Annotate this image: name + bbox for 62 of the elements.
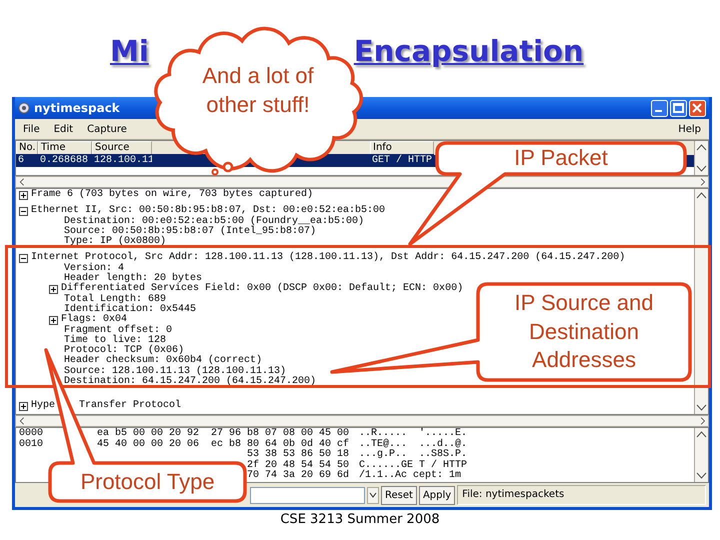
scrollbar[interactable]: [694, 428, 708, 482]
menu-item[interactable]: Capture: [85, 122, 129, 136]
expand-icon[interactable]: [49, 316, 58, 325]
menu-item[interactable]: Edit: [52, 122, 76, 136]
scrollbar[interactable]: [15, 176, 709, 188]
callout-text: IP Source and Destination Addresses: [513, 289, 655, 374]
tree-item[interactable]: Ethernet II, Src: 00:50:8b:95:b8:07, Dst: 00:e0:52:ea:b5:00: [31, 206, 386, 217]
tree-item[interactable]: Header checksum: 0x60b4 (correct): [64, 356, 262, 367]
menu-item[interactable]: File: [21, 122, 42, 136]
filter-field[interactable]: [250, 486, 365, 504]
expand-icon[interactable]: [19, 190, 28, 200]
tree-item[interactable]: Transfer Protocol: [79, 401, 182, 412]
tree-item[interactable]: Type: IP (0x0800): [64, 237, 166, 248]
hex-bytes: 70 74 3a 20 69 6d: [246, 471, 349, 482]
scrollbar[interactable]: [694, 189, 708, 414]
status-bar: File: nytimespackets: [457, 485, 706, 505]
cloud-text: And a lot of other stuff!: [201, 62, 315, 119]
slide-title: Mi: [110, 34, 149, 68]
tree-item[interactable]: Fragment offset: 0: [64, 326, 172, 336]
tree-item[interactable]: Frame 6 (703 bytes on wire, 703 bytes captured): [31, 190, 314, 200]
ascii-text: ...g.P.. ..S8S.P.: [359, 450, 468, 460]
scrollbar[interactable]: [694, 141, 708, 175]
ascii-text: C......GE T / HTTP: [359, 460, 468, 470]
menu-item[interactable]: Help: [676, 122, 703, 136]
dropdown-button[interactable]: [367, 486, 379, 504]
close-button[interactable]: [689, 100, 706, 116]
tree-item[interactable]: Internet Protocol, Src Addr: 128.100.11.13 (128.100.11.13), Dst Addr: 64.15.247.200 (64.15.247.200): [31, 253, 626, 264]
ascii-text: /1.1..Ac cept: 1m: [359, 471, 462, 482]
hex-offset: 0000: [19, 429, 44, 439]
scrollbar[interactable]: [15, 415, 709, 427]
hex-bytes: ea b5 00 00 20 92 27 96 b8 07 08 00 45 00: [96, 429, 349, 439]
column-header[interactable]: Info: [370, 141, 434, 155]
expand-icon[interactable]: [49, 285, 58, 294]
tree-item[interactable]: Differentiated Services Field: 0x00 (DSCP 0x00: Default; ECN: 0x00): [61, 284, 464, 295]
ascii-text: ..TE@... ...d..@.: [359, 440, 468, 450]
tree-item[interactable]: Destination: 00:e0:52:ea:b5:00 (Foundry__ea:b5:00): [64, 216, 364, 227]
hex-offset: 0010: [19, 440, 44, 450]
collapse-icon[interactable]: [19, 206, 28, 216]
tree-item[interactable]: Flags: 0x04: [61, 315, 128, 326]
tree-item[interactable]: Hype: [31, 401, 56, 412]
hex-bytes: 45 40 00 00 20 06 ec b8 80 64 0b 0d 40 cf: [96, 440, 349, 450]
reset-button[interactable]: Apply: [418, 486, 456, 504]
column-header[interactable]: Source: [92, 141, 152, 155]
tree-item[interactable]: Destination: 64.15.247.200 (64.15.247.200): [64, 377, 316, 388]
callout-text: Protocol Type: [79, 468, 216, 496]
slide-title: Encapsulation: [354, 34, 584, 68]
maximize-button[interactable]: [670, 100, 687, 116]
column-header[interactable]: Time: [38, 141, 92, 155]
collapse-icon[interactable]: [19, 254, 28, 264]
window-title: nytimespack: [34, 101, 120, 115]
tree-item[interactable]: Total Length: 689: [64, 294, 166, 305]
app-icon: [18, 102, 30, 114]
caret-icon: [369, 491, 377, 499]
expand-icon[interactable]: [19, 402, 28, 411]
hex-bytes: 2f 20 48 54 54 50: [246, 460, 349, 470]
ascii-text: ..R..... '.....E.: [359, 429, 468, 439]
column-header[interactable]: No.: [16, 141, 38, 155]
reset-button[interactable]: Reset: [381, 486, 417, 504]
minimize-button[interactable]: [651, 100, 668, 116]
hex-bytes: 53 38 53 86 50 18: [246, 450, 349, 460]
callout-text: IP Packet: [513, 146, 609, 171]
footer-text: CSE 3213 Summer 2008: [280, 512, 440, 527]
